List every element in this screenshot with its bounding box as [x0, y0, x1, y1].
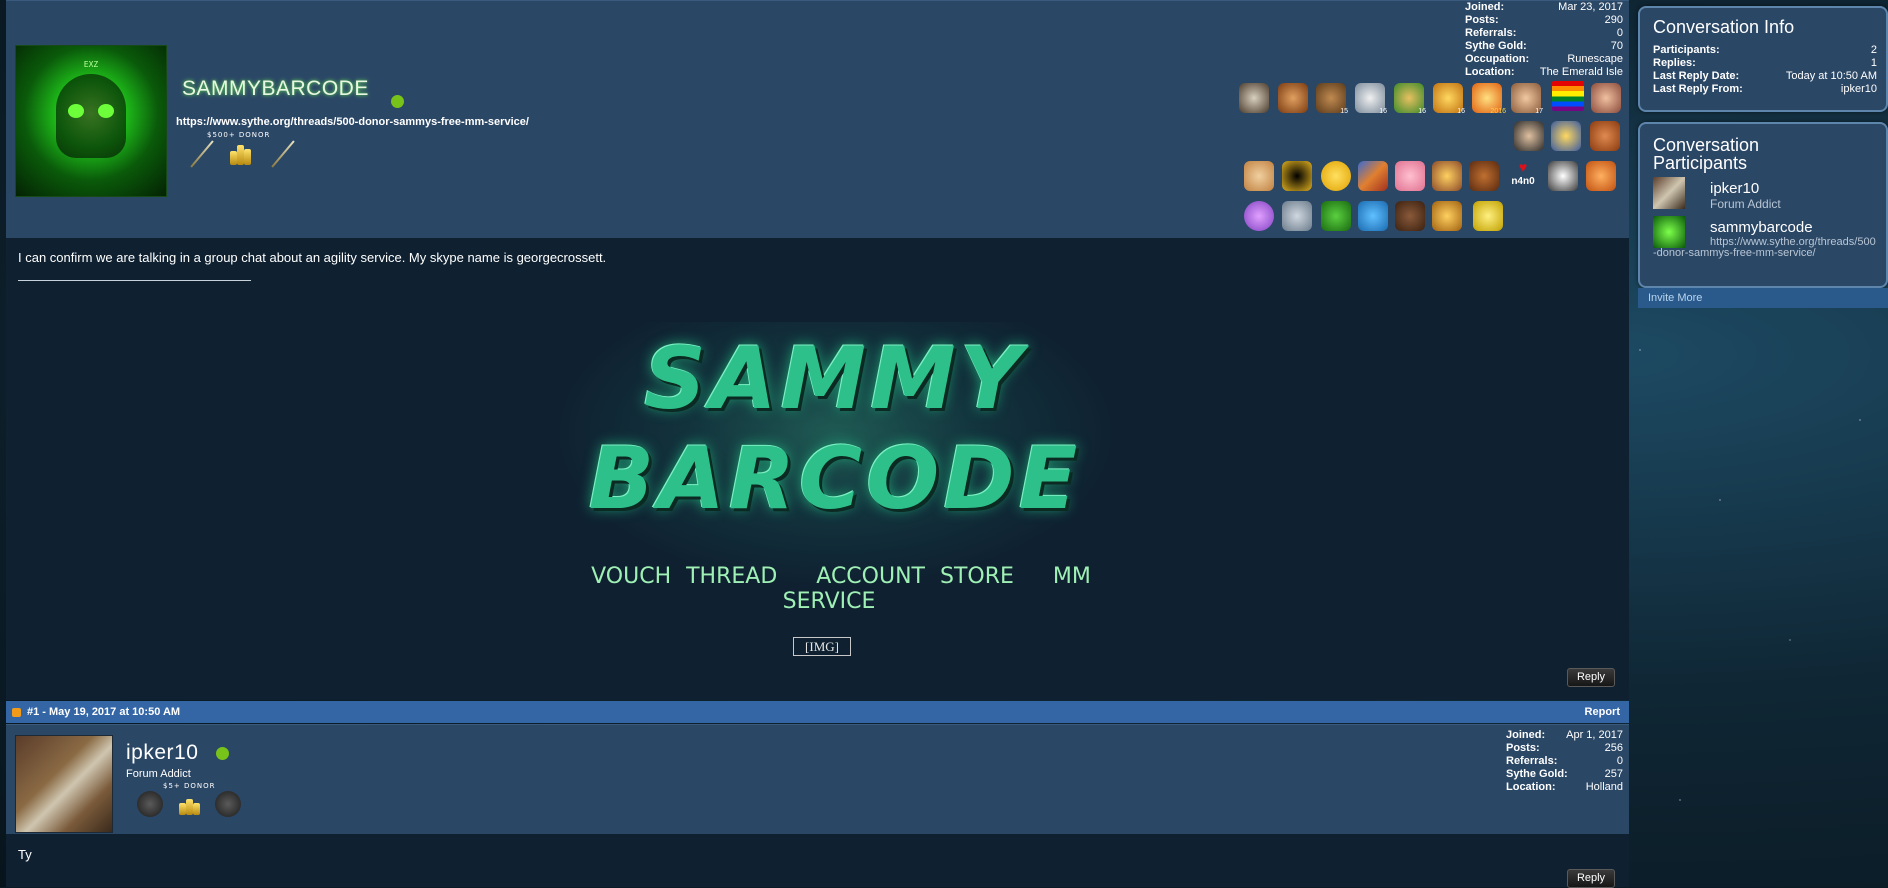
user-stats: Joined: Mar 23, 2017 Posts: 290 Referrals:…	[1465, 1, 1623, 78]
post-permalink[interactable]: #1 - May 19, 2017 at 10:50 AM	[27, 701, 180, 723]
conversation-main: EXZ SAMMYBARCODE https://www.sythe.org/t…	[6, 0, 1629, 888]
avatar[interactable]	[1653, 177, 1685, 209]
banner-links: VOUCH THREAD ACCOUNT STORE MM SERVICE	[554, 564, 1116, 614]
participant-title: https://www.sythe.org/threads/500-donor-…	[1653, 236, 1876, 259]
panel-title: Conversation Participants	[1653, 135, 1760, 173]
bird-trophy-icon[interactable]	[1473, 201, 1503, 231]
message-user-info	[6, 724, 1629, 834]
monster-trophy-icon[interactable]	[1244, 201, 1274, 231]
owl-trophy-icon[interactable]	[1432, 201, 1462, 231]
gold-coins-icon	[177, 793, 203, 819]
participant-name[interactable]: ipker10	[1710, 180, 1759, 197]
message-user-info: EXZ SAMMYBARCODE https://www.sythe.org/t…	[6, 0, 1629, 238]
heart-n4n0-trophy-icon[interactable]: ♥ n4n0	[1508, 160, 1538, 191]
reply-button[interactable]: Reply	[1567, 668, 1615, 687]
squirrel-trophy-icon[interactable]: 15	[1316, 83, 1348, 115]
rock-badge-icon	[215, 791, 241, 817]
whale-trophy-icon[interactable]	[1358, 201, 1388, 231]
participant-title: Forum Addict	[1710, 197, 1781, 211]
gold-coins-icon	[228, 141, 254, 167]
rock-badge-icon	[137, 791, 163, 817]
signature-banner[interactable]: SAMMY BARCODE VOUCH THREAD ACCOUNT STORE…	[554, 322, 1116, 614]
tiki-trophy-icon[interactable]	[1395, 201, 1425, 231]
panel-title: Conversation Info	[1653, 17, 1795, 37]
invite-more-bar: Invite More	[1638, 288, 1888, 308]
rainbow-flag-trophy-icon[interactable]	[1552, 81, 1584, 111]
leaf-trophy-icon[interactable]	[1321, 201, 1351, 231]
vouch-thread-link[interactable]: VOUCH THREAD	[591, 564, 777, 589]
homer-trophy-icon[interactable]	[1551, 121, 1581, 151]
jake-trophy-icon[interactable]	[1321, 161, 1351, 191]
firework-trophy-icon[interactable]: 2016	[1472, 83, 1506, 115]
squirrel-trophy-icon[interactable]	[1469, 161, 1499, 191]
broken-image-placeholder: [IMG]	[793, 637, 851, 656]
sword-icon	[271, 140, 295, 168]
report-link[interactable]: Report	[1585, 701, 1620, 723]
ginger-trophy-icon[interactable]	[1590, 121, 1620, 151]
rss-icon	[12, 708, 21, 717]
avatar[interactable]: EXZ	[15, 45, 167, 197]
lion-king-trophy-icon[interactable]	[1282, 161, 1312, 191]
avatar[interactable]	[15, 735, 113, 833]
arab-man-trophy-icon[interactable]	[1548, 161, 1578, 191]
teddy-bear-trophy-icon[interactable]: 17	[1511, 83, 1543, 115]
conversation-info-list: Participants: 2 Replies: 1 Last Reply Date…	[1653, 44, 1877, 95]
post-bar: #1 - May 19, 2017 at 10:50 AM Report	[6, 701, 1629, 723]
pig-trophy-icon[interactable]	[1395, 161, 1425, 191]
participant-name[interactable]: sammybarcode	[1710, 219, 1813, 236]
banner-title-line2: BARCODE	[588, 429, 1082, 529]
bells-trophy-icon[interactable]: 16	[1433, 83, 1465, 115]
invite-more-link[interactable]: Invite More	[1648, 288, 1702, 308]
gremlin-trophy-icon[interactable]	[1282, 201, 1312, 231]
bunny-trophy-icon[interactable]: 16	[1355, 83, 1387, 115]
face-trophy-icon[interactable]	[1591, 83, 1621, 113]
conversation-info-panel: Conversation Info Participants: 2 Replies…	[1638, 6, 1888, 112]
skull-image	[56, 74, 126, 158]
flag-trophy-icon[interactable]	[1358, 161, 1388, 191]
reply-button[interactable]: Reply	[1567, 869, 1615, 888]
banner-title-line1: SAMMY	[644, 329, 1026, 429]
king-trophy-icon[interactable]	[1432, 161, 1462, 191]
message-content: Ty	[6, 834, 1629, 887]
fry-trophy-icon[interactable]	[1586, 161, 1616, 191]
signature-divider	[18, 280, 251, 281]
online-status-dot	[391, 95, 404, 108]
cat-trophy-icon[interactable]	[1244, 161, 1274, 191]
user-stats: Joined: Apr 1, 2017 Posts: 256 Referrals: 0…	[1506, 729, 1623, 793]
reindeer-trophy-icon[interactable]	[1278, 83, 1308, 113]
username[interactable]: ipker10	[126, 741, 198, 765]
man-trophy-icon[interactable]	[1514, 121, 1544, 151]
donor-badge-label: $5+ DONOR	[163, 782, 216, 790]
message-text: I can confirm we are talking in a group …	[18, 250, 607, 265]
sword-icon	[190, 140, 214, 168]
account-store-link[interactable]: ACCOUNT STORE	[816, 564, 1014, 589]
mug-trophy-icon[interactable]	[1239, 83, 1269, 113]
conversation-participants-panel: Conversation Participants ipker10 Forum …	[1638, 122, 1888, 288]
donor-badge-label: $500+ DONOR	[207, 131, 271, 139]
user-title: Forum Addict	[126, 768, 191, 780]
username[interactable]: SAMMYBARCODE	[182, 77, 369, 101]
online-status-dot	[216, 747, 229, 760]
message-text: Ty	[18, 847, 32, 862]
signature-link[interactable]: https://www.sythe.org/threads/500-donor-…	[176, 116, 529, 128]
palm-tree-trophy-icon[interactable]: 16	[1394, 83, 1426, 115]
